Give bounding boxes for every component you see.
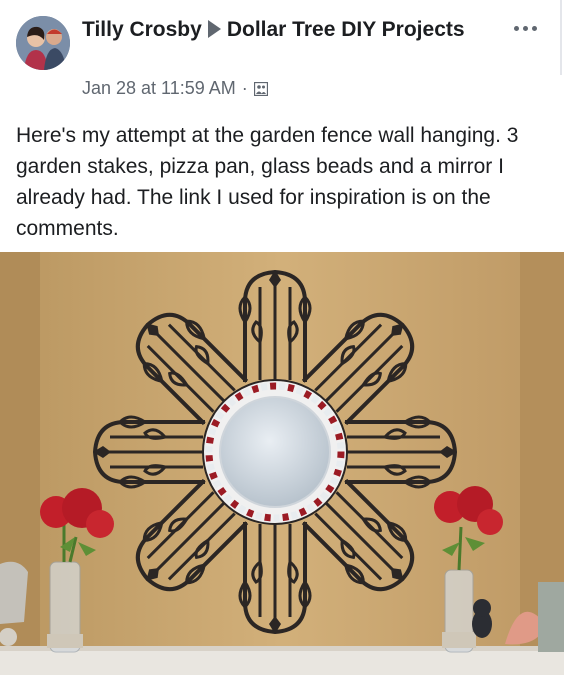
timestamp[interactable]: Jan 28 at 11:59 AM [82, 78, 236, 99]
group-audience-icon [253, 81, 268, 96]
author-name[interactable]: Tilly Crosby [82, 18, 202, 41]
group-name[interactable]: Dollar Tree DIY Projects [227, 18, 465, 41]
post-meta: Jan 28 at 11:59 AM · [82, 78, 268, 99]
post-text: Here's my attempt at the garden fence wa… [16, 124, 519, 240]
more-options-icon[interactable] [512, 18, 542, 32]
post-title: Tilly Crosby Dollar Tree DIY Projects [82, 16, 502, 43]
avatar[interactable] [16, 16, 70, 70]
fence-wall-hanging [91, 268, 459, 636]
scrollbar [560, 0, 562, 75]
post-photo[interactable] [0, 252, 564, 675]
post-header: Tilly Crosby Dollar Tree DIY Projects Jan… [0, 0, 564, 110]
share-arrow-icon [207, 20, 221, 38]
meta-separator: · [241, 78, 248, 98]
